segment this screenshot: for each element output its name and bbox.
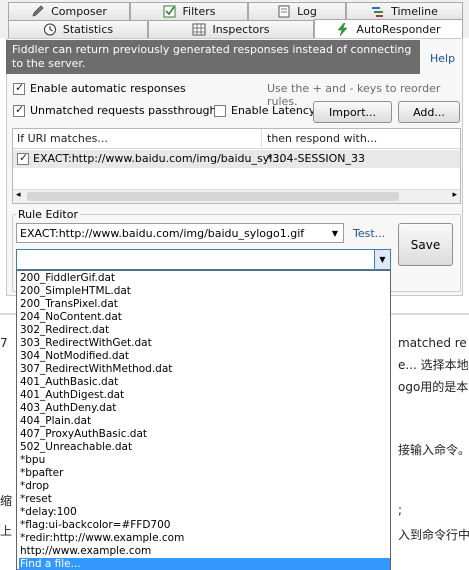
dropdown-item[interactable]: *flag:ui-backcolor=#FFD700	[19, 519, 390, 532]
dropdown-item[interactable]: 304_NotModified.dat	[19, 350, 390, 363]
background-text: ;	[398, 503, 403, 517]
tab-composer[interactable]: Composer	[8, 2, 130, 20]
tab-filters[interactable]: Filters	[130, 2, 248, 20]
horizontal-scrollbar[interactable]: ◂ ▸	[13, 189, 460, 203]
tab-label: Composer	[51, 5, 107, 18]
dropdown-item[interactable]: 200_FiddlerGif.dat	[19, 272, 390, 285]
enable-latency-checkbox[interactable]: Enable Latency	[214, 104, 315, 117]
response-combobox[interactable]: ▼	[16, 249, 391, 270]
info-banner: Fiddler can return previously generated …	[6, 40, 420, 74]
background-text: matched re	[398, 336, 467, 350]
dropdown-item[interactable]: 302_Redirect.dat	[19, 324, 390, 337]
tab-label: Filters	[182, 5, 216, 18]
background-text: 入到命令行中	[398, 528, 469, 542]
background-text: 缩	[0, 494, 13, 508]
dropdown-item[interactable]: *bpu	[19, 454, 390, 467]
checkbox-label: Unmatched requests passthrough	[30, 104, 217, 117]
dropdown-item[interactable]: *redir:http://www.example.com	[19, 532, 390, 545]
checkbox-checked-icon	[13, 103, 25, 117]
lightning-icon	[337, 22, 348, 36]
tab-timeline[interactable]: Timeline	[346, 2, 463, 20]
match-url-value: EXACT:http://www.baidu.com/img/baidu_syl…	[20, 227, 305, 240]
dropdown-item[interactable]: 307_RedirectWithMethod.dat	[19, 363, 390, 376]
tab-log[interactable]: Log	[248, 2, 346, 20]
enable-auto-responses-checkbox[interactable]: Enable automatic responses	[13, 81, 186, 95]
dropdown-item[interactable]: *bpafter	[19, 467, 390, 480]
dropdown-item[interactable]: http://www.example.com	[19, 545, 390, 558]
dropdown-item-selected[interactable]: Find a file...	[19, 558, 390, 570]
checkbox-label: Enable Latency	[231, 104, 316, 117]
scroll-left-icon[interactable]: ◂	[16, 190, 21, 200]
chevron-down-icon[interactable]: ▼	[327, 224, 343, 242]
document-icon	[278, 5, 290, 18]
dropdown-item[interactable]: *reset	[19, 493, 390, 506]
background-text: e... 选择本地	[398, 358, 469, 372]
column-header-match[interactable]: If URI matches...	[17, 132, 108, 145]
background-text: 7	[0, 336, 8, 350]
save-button[interactable]: Save	[398, 223, 453, 266]
rule-row[interactable]: EXACT:http://www.baidu.com/img/baidu_syl…	[13, 150, 460, 168]
checkbox-label: Enable automatic responses	[30, 82, 186, 95]
dropdown-item[interactable]: 502_Unreachable.dat	[19, 441, 390, 454]
dropdown-item[interactable]: 404_Plain.dat	[19, 415, 390, 428]
checkbox-unchecked-icon	[214, 104, 226, 117]
dropdown-item[interactable]: *delay:100	[19, 506, 390, 519]
pencil-icon	[32, 5, 44, 17]
rules-list: If URI matches... then respond with... E…	[12, 128, 461, 204]
tab-label: AutoResponder	[356, 22, 441, 36]
help-link[interactable]: Help	[430, 52, 455, 65]
column-divider	[261, 129, 262, 149]
dropdown-item[interactable]: 303_RedirectWithGet.dat	[19, 337, 390, 350]
dropdown-item[interactable]: 204_NoContent.dat	[19, 311, 390, 324]
response-dropdown-list[interactable]: 200_FiddlerGif.dat 200_SimpleHTML.dat 20…	[16, 270, 391, 570]
timeline-icon	[372, 7, 384, 17]
tab-statistics[interactable]: Statistics	[8, 20, 148, 38]
grid-icon	[192, 23, 206, 36]
tab-label: Timeline	[391, 5, 438, 18]
test-link[interactable]: Test...	[353, 227, 385, 240]
scrollbar-thumb[interactable]	[27, 192, 399, 201]
tab-autoresponder[interactable]: AutoResponder	[314, 19, 463, 38]
import-button[interactable]: Import...	[313, 101, 392, 123]
dropdown-item[interactable]: 407_ProxyAuthBasic.dat	[19, 428, 390, 441]
column-header-respond[interactable]: then respond with...	[267, 132, 377, 145]
clock-icon	[43, 23, 56, 36]
dropdown-item[interactable]: 403_AuthDeny.dat	[19, 402, 390, 415]
chevron-down-icon[interactable]: ▼	[374, 250, 390, 269]
checkbox-checked-icon	[13, 81, 25, 95]
dropdown-item[interactable]: 401_AuthBasic.dat	[19, 376, 390, 389]
scroll-right-icon[interactable]: ▸	[452, 190, 457, 200]
list-header: If URI matches... then respond with...	[13, 129, 460, 149]
tab-label: Statistics	[62, 23, 114, 36]
background-text: ogo用的是本	[398, 380, 469, 394]
add-rule-button[interactable]: Add...	[398, 101, 460, 123]
background-text: 接输入命令。	[398, 443, 469, 457]
tab-strip: Composer Filters Log Timeline Statistics…	[0, 0, 469, 38]
dropdown-item[interactable]: 200_TransPixel.dat	[19, 298, 390, 311]
dropdown-item[interactable]: 200_SimpleHTML.dat	[19, 285, 390, 298]
dropdown-item[interactable]: 401_AuthDigest.dat	[19, 389, 390, 402]
dropdown-item[interactable]: *drop	[19, 480, 390, 493]
rule-match-text: EXACT:http://www.baidu.com/img/baidu_syl…	[33, 152, 283, 165]
match-url-combobox[interactable]: EXACT:http://www.baidu.com/img/baidu_syl…	[16, 223, 344, 243]
tab-label: Log	[297, 5, 317, 18]
tab-label: Inspectors	[212, 23, 270, 36]
background-text: 上	[0, 524, 13, 538]
checkbox-icon	[163, 5, 175, 18]
unmatched-passthrough-checkbox[interactable]: Unmatched requests passthrough	[13, 103, 217, 117]
rule-enabled-checkbox[interactable]	[17, 151, 29, 165]
rule-response-text: *304-SESSION_33	[267, 152, 365, 165]
rule-editor-label: Rule Editor	[16, 208, 80, 221]
tab-inspectors[interactable]: Inspectors	[148, 20, 314, 38]
